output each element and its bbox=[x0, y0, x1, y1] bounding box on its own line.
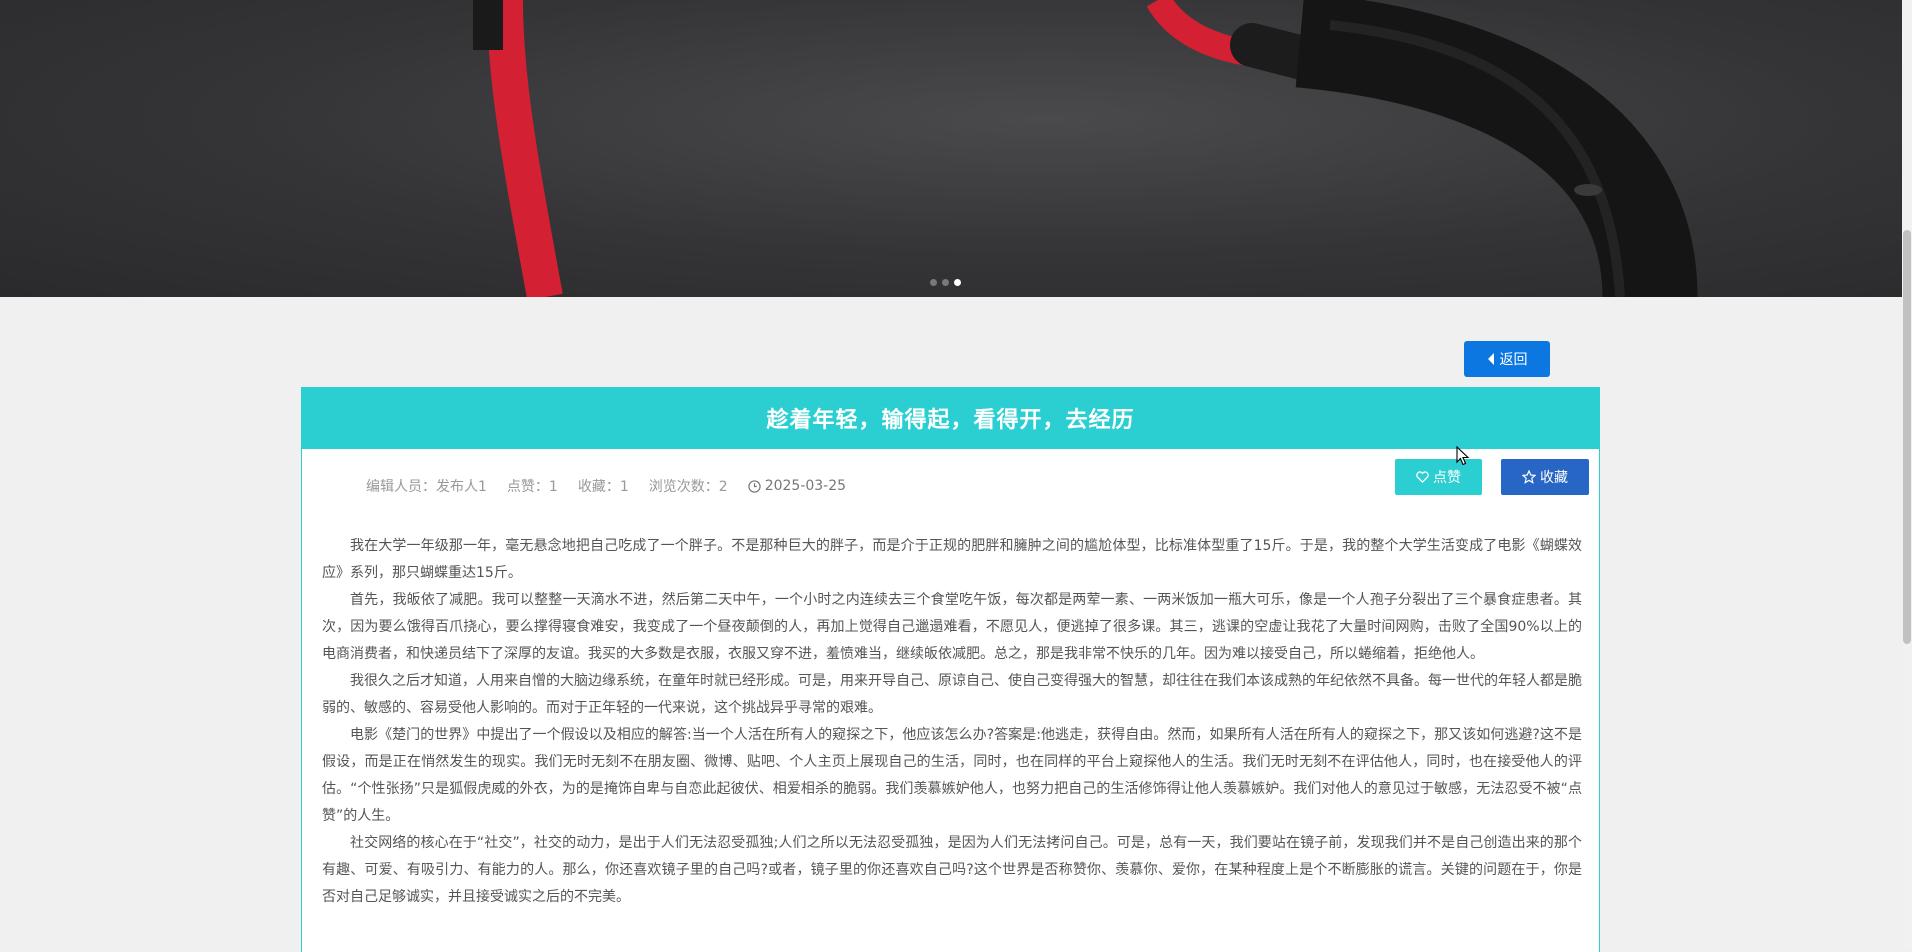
carousel-dot[interactable] bbox=[942, 279, 949, 286]
article-paragraph: 社交网络的核心在于“社交”，社交的动力，是出于人们无法忍受孤独;人们之所以无法忍… bbox=[322, 835, 1582, 905]
back-button-label: 返回 bbox=[1499, 352, 1528, 368]
panel-toolbar: 返回 bbox=[301, 332, 1600, 387]
star-icon bbox=[1522, 470, 1536, 484]
meta-views: 浏览次数：2 bbox=[648, 479, 728, 495]
article-paragraph: 我在大学一年级那一年，毫无悬念地把自己吃成了一个胖子。不是那种巨大的胖子，而是介… bbox=[322, 538, 1582, 581]
meta-date: 2025-03-25 bbox=[748, 478, 846, 494]
carousel-dot[interactable] bbox=[930, 279, 937, 286]
page-scrollbar[interactable] bbox=[1902, 0, 1912, 948]
carousel-dot-active[interactable] bbox=[954, 279, 961, 286]
hero-carousel[interactable] bbox=[0, 0, 1902, 297]
like-button-label: 点赞 bbox=[1433, 470, 1461, 486]
back-button[interactable]: 返回 bbox=[1464, 341, 1550, 377]
meta-favorites: 收藏：1 bbox=[577, 479, 629, 495]
favorite-button-label: 收藏 bbox=[1540, 470, 1568, 486]
banner-image bbox=[473, 0, 1698, 297]
meta-date-text: 2025-03-25 bbox=[764, 478, 847, 494]
article-paragraph: 电影《楚门的世界》中提出了一个假设以及相应的解答:当一个人活在所有人的窥探之下，… bbox=[322, 727, 1582, 824]
meta-likes: 点赞：1 bbox=[506, 479, 558, 495]
heart-icon bbox=[1416, 471, 1429, 483]
mouse-cursor-icon bbox=[1456, 446, 1470, 466]
article-paragraph: 首先，我皈依了减肥。我可以整整一天滴水不进，然后第二天中午，一个小时之内连续去三… bbox=[322, 592, 1582, 662]
clock-icon bbox=[748, 479, 761, 493]
article-title-bar: 趁着年轻，输得起，看得开，去经历 bbox=[301, 387, 1600, 449]
caret-left-icon bbox=[1487, 353, 1494, 365]
scrollbar-thumb[interactable] bbox=[1903, 230, 1911, 644]
article-title: 趁着年轻，输得起，看得开，去经历 bbox=[766, 408, 1135, 433]
article-meta: 编辑人员：发布人1 点赞：1 收藏：1 浏览次数：2 2025-03-25 bbox=[366, 476, 846, 496]
article-panel: 返回 趁着年轻，输得起，看得开，去经历 编辑人员：发布人1 点赞：1 收藏：1 … bbox=[301, 332, 1600, 952]
meta-editor: 编辑人员：发布人1 bbox=[366, 479, 487, 495]
article-body: 我在大学一年级那一年，毫无悬念地把自己吃成了一个胖子。不是那种巨大的胖子，而是介… bbox=[322, 533, 1582, 911]
carousel-indicators bbox=[930, 279, 961, 286]
favorite-button[interactable]: 收藏 bbox=[1501, 459, 1589, 495]
article-paragraph: 我很久之后才知道，人用来自憎的大脑边缘系统，在童年时就已经形成。可是，用来开导自… bbox=[322, 673, 1582, 716]
article-content: 编辑人员：发布人1 点赞：1 收藏：1 浏览次数：2 2025-03-25 点赞… bbox=[301, 449, 1600, 952]
